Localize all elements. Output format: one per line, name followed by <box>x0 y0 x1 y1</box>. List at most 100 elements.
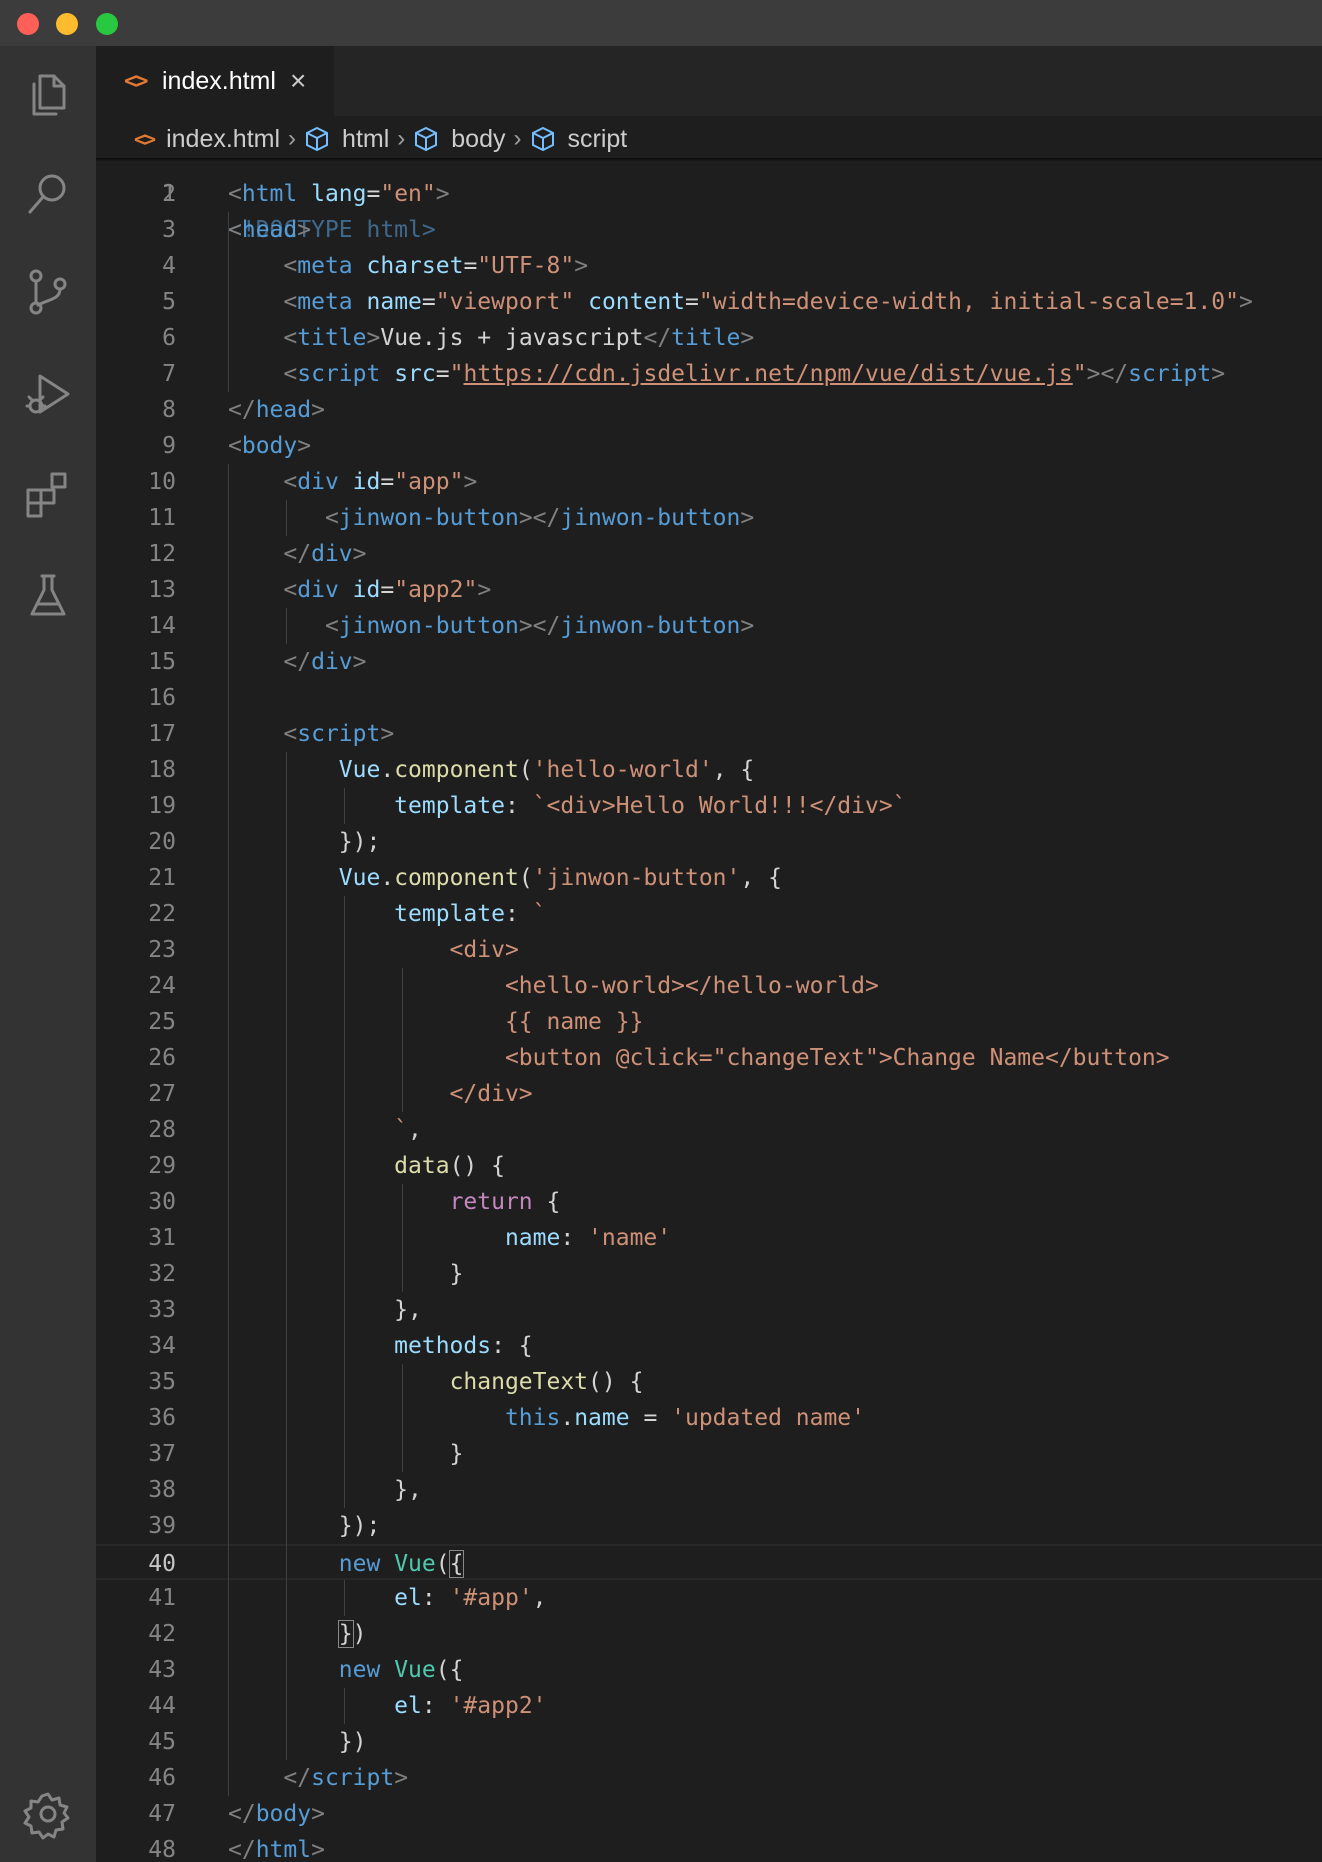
code-line[interactable]: 22 template: ` <box>96 896 1322 932</box>
indent-guide <box>228 212 229 392</box>
code-line[interactable]: 3 <head> <box>96 212 1322 248</box>
code-line[interactable]: 25 {{ name }} <box>96 1004 1322 1040</box>
source-control-icon[interactable] <box>0 244 96 340</box>
line-number: 13 <box>148 577 176 603</box>
code-token: '#app' <box>449 1585 533 1611</box>
breadcrumb-file[interactable]: <> index.html <box>96 125 280 154</box>
code-token: < <box>228 433 242 459</box>
code-token: "UTF-8" <box>477 253 575 279</box>
code-editor[interactable]: 1 <!DOCTYPE html> 2 <html lang="en"> 3 <hea… <box>96 162 1322 1862</box>
zoom-window-button[interactable] <box>96 13 118 35</box>
code-line[interactable]: 10 <div id="app"> <box>96 464 1322 500</box>
code-line[interactable]: 37 } <box>96 1436 1322 1472</box>
code-line[interactable]: 43 new Vue({ <box>96 1652 1322 1688</box>
code-line[interactable]: 48 </html> <box>96 1832 1322 1862</box>
code-line[interactable]: 32 } <box>96 1256 1322 1292</box>
code-line[interactable]: 21 Vue.component('jinwon-button', { <box>96 860 1322 896</box>
code-line[interactable]: 31 name: 'name' <box>96 1220 1322 1256</box>
line-code: } <box>228 1256 464 1292</box>
code-line[interactable]: 29 data() { <box>96 1148 1322 1184</box>
line-number: 2 <box>162 181 176 207</box>
line-code: </div> <box>228 1076 533 1112</box>
code-token: <hello-world></hello-world> <box>228 973 879 999</box>
code-line[interactable]: 39 }); <box>96 1508 1322 1544</box>
tab-index-html[interactable]: <> index.html × <box>96 46 334 116</box>
code-line[interactable]: 36 this.name = 'updated name' <box>96 1400 1322 1436</box>
close-window-button[interactable] <box>17 13 39 35</box>
code-line[interactable]: 19 template: `<div>Hello World!!!</div>` <box>96 788 1322 824</box>
code-line[interactable]: 24 <hello-world></hello-world> <box>96 968 1322 1004</box>
code-line[interactable]: 27 </div> <box>96 1076 1322 1112</box>
code-token: el <box>394 1693 422 1719</box>
code-token: template <box>394 901 505 927</box>
testing-icon[interactable] <box>0 548 96 644</box>
code-line[interactable]: 41 el: '#app', <box>96 1580 1322 1616</box>
code-line[interactable]: 26 <button @click="changeText">Change Na… <box>96 1040 1322 1076</box>
run-debug-icon[interactable] <box>0 346 96 442</box>
line-code: }, <box>228 1472 422 1508</box>
code-line[interactable]: 14 <jinwon-button></jinwon-button> <box>96 608 1322 644</box>
code-line[interactable]: 2 <html lang="en"> <box>96 176 1322 212</box>
code-line[interactable]: 5 <meta name="viewport" content="width=d… <box>96 284 1322 320</box>
code-line[interactable]: 30 return { <box>96 1184 1322 1220</box>
code-line[interactable]: 15 </div> <box>96 644 1322 680</box>
code-token: methods <box>394 1333 492 1359</box>
code-line[interactable]: 16 <box>96 680 1322 716</box>
code-line[interactable]: 6 <title>Vue.js + javascript</title> <box>96 320 1322 356</box>
code-token: < <box>283 469 298 495</box>
indent-guide <box>402 1364 403 1472</box>
code-token: : <box>421 1693 450 1719</box>
breadcrumb-item-html[interactable]: html <box>304 125 389 154</box>
code-line[interactable]: 40 new Vue({ <box>96 1544 1322 1580</box>
search-icon[interactable] <box>0 146 96 242</box>
breadcrumb-item-script[interactable]: script <box>530 125 627 154</box>
line-code: </html> <box>228 1832 325 1862</box>
extensions-icon[interactable] <box>0 446 96 542</box>
symbol-element-icon <box>531 126 554 152</box>
line-code: el: '#app2' <box>228 1688 546 1724</box>
code-line[interactable]: 7 <script src="https://cdn.jsdelivr.net/… <box>96 356 1322 392</box>
code-line[interactable]: 18 Vue.component('hello-world', { <box>96 752 1322 788</box>
minimize-window-button[interactable] <box>56 13 78 35</box>
settings-gear-icon[interactable] <box>0 1766 96 1862</box>
line-number: 24 <box>148 973 176 999</box>
line-code: <jinwon-button></jinwon-button> <box>228 608 754 644</box>
code-token: "app" <box>394 469 464 495</box>
code-line[interactable]: 42 }) <box>96 1616 1322 1652</box>
line-number: 11 <box>148 505 176 531</box>
close-icon[interactable]: × <box>290 65 306 97</box>
breadcrumb-file-label: index.html <box>166 124 281 153</box>
code-line[interactable]: 46 </script> <box>96 1760 1322 1796</box>
code-token: > <box>477 577 492 603</box>
code-token: , <box>532 1585 547 1611</box>
explorer-icon[interactable] <box>0 46 96 142</box>
code-line[interactable]: 17 <script> <box>96 716 1322 752</box>
code-line[interactable]: 23 <div> <box>96 932 1322 968</box>
code-line[interactable]: 35 changeText() { <box>96 1364 1322 1400</box>
code-line[interactable]: 12 </div> <box>96 536 1322 572</box>
code-token: > <box>394 1765 409 1791</box>
breadcrumb-item-body[interactable]: body <box>413 125 506 154</box>
code-token: 'name' <box>588 1225 672 1251</box>
code-token: </ <box>228 1837 256 1862</box>
code-line[interactable]: 20 }); <box>96 824 1322 860</box>
code-line[interactable]: 4 <meta charset="UTF-8"> <box>96 248 1322 284</box>
code-token: () { <box>588 1369 644 1395</box>
code-line[interactable]: 38 }, <box>96 1472 1322 1508</box>
code-token: = <box>380 577 395 603</box>
code-token: " <box>449 361 464 387</box>
code-line[interactable]: 8 </head> <box>96 392 1322 428</box>
line-number: 31 <box>148 1225 176 1251</box>
code-line[interactable]: 33 }, <box>96 1292 1322 1328</box>
code-line[interactable]: 45 }) <box>96 1724 1322 1760</box>
code-token: , <box>408 1117 422 1143</box>
code-line[interactable]: 34 methods: { <box>96 1328 1322 1364</box>
code-line[interactable]: 11 <jinwon-button></jinwon-button> <box>96 500 1322 536</box>
code-line[interactable]: 47 </body> <box>96 1796 1322 1832</box>
code-line[interactable]: 28 `, <box>96 1112 1322 1148</box>
code-line[interactable]: 9 <body> <box>96 428 1322 464</box>
code-line[interactable]: 13 <div id="app2"> <box>96 572 1322 608</box>
code-line[interactable]: 44 el: '#app2' <box>96 1688 1322 1724</box>
